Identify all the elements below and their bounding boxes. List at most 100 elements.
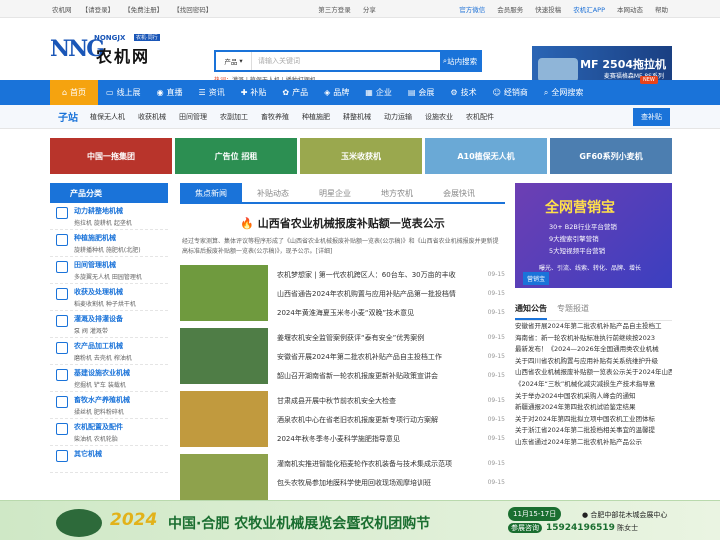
banner-ad[interactable]: 中国一拖集团 bbox=[50, 138, 172, 174]
news-item[interactable]: 包头农牧局参加地膜科学使用回收现场观摩培训班 09-15 bbox=[277, 473, 505, 492]
marketing-ad[interactable]: 全网营销宝 30+ B2B行业平台营销 9大搜索引擎营销 5大短视频平台营销 曝… bbox=[515, 183, 672, 288]
nav-label: 品牌 bbox=[333, 88, 350, 97]
subnav-item[interactable]: 植保无人机 bbox=[90, 112, 125, 122]
nav-home[interactable]: ⌂ 首页 bbox=[50, 80, 98, 105]
subnav-item[interactable]: 田间管理 bbox=[179, 112, 207, 122]
subnav-item[interactable]: 收获机械 bbox=[138, 112, 166, 122]
news-item[interactable]: 酒泉农机中心在省老旧农机报废更新专项行动方案解 09-15 bbox=[277, 410, 505, 429]
login-link[interactable]: 【请登录】 bbox=[82, 6, 115, 14]
tab-focus-news[interactable]: 焦点新闻 bbox=[180, 183, 242, 202]
banner-ad[interactable]: 玉米收获机 bbox=[300, 138, 422, 174]
news-group: 姜堰农机安全监管案例获评“泰有安全”优秀案例 09-15 安徽省开展2024年第二批… bbox=[180, 328, 505, 388]
app-link[interactable]: 农机汇APP bbox=[573, 4, 605, 14]
news-item[interactable]: 姜堰农机安全监管案例获评“泰有安全”优秀案例 09-15 bbox=[277, 328, 505, 347]
notice-item[interactable]: 海南省：新一轮农机补贴标准执行前继续按2023 bbox=[515, 333, 672, 345]
notice-item[interactable]: 新疆通报2024年第四批农机试验鉴定结果 bbox=[515, 402, 672, 414]
quick-post-link[interactable]: 快速投稿 bbox=[535, 4, 561, 14]
nav-brand[interactable]: ◈ 品牌 bbox=[316, 80, 357, 105]
news-image[interactable] bbox=[180, 391, 268, 447]
news-image[interactable] bbox=[180, 328, 268, 384]
sidebar-category[interactable]: 其它机械 bbox=[50, 446, 168, 473]
register-link[interactable]: 【免费注册】 bbox=[124, 6, 163, 14]
tab-special[interactable]: 专题报道 bbox=[557, 303, 589, 320]
nav-plus[interactable]: ✚ 补贴 bbox=[233, 80, 275, 105]
search-button[interactable]: ⌕ 站内搜索 bbox=[440, 52, 480, 70]
tab-expo[interactable]: 会展快讯 bbox=[428, 183, 490, 202]
nav-dealer[interactable]: ☺ 经销商 bbox=[485, 80, 536, 105]
news-item[interactable]: 山西省通告2024年农机购置与应用补贴产品第一批投档情 09-15 bbox=[277, 284, 505, 303]
notice-item[interactable]: 安徽省开展2024年第二批农机补贴产品自主投档工 bbox=[515, 321, 672, 333]
notice-item[interactable]: 最新发布！《2024—2026年全国通用类农业机械 bbox=[515, 344, 672, 356]
notice-item[interactable]: 关于浙江省2024年第二批投档相关事宜的温馨提 bbox=[515, 425, 672, 437]
notice-item[interactable]: 山东省通过2024年第二批农机补贴产品公示 bbox=[515, 437, 672, 449]
nav-screen[interactable]: ▭ 线上展 bbox=[98, 80, 149, 105]
tab-star-company[interactable]: 明星企业 bbox=[304, 183, 366, 202]
subnav-item[interactable]: 农机配件 bbox=[466, 112, 494, 122]
expo-banner[interactable]: 2024 中国·合肥 农牧业机械展览会暨农机团购节 11月15-17日 ● 合肥… bbox=[0, 500, 720, 540]
news-item[interactable]: 甘肃成县开展中秋节前农机安全大检查 09-15 bbox=[277, 391, 505, 410]
search-input[interactable]: 请输入关键词 bbox=[252, 52, 440, 70]
nav-expo[interactable]: ▤ 会展 bbox=[400, 80, 443, 105]
nav-label: 线上展 bbox=[116, 88, 141, 97]
notice-item[interactable]: 关于举办2024中国农机采购人峰会的通知 bbox=[515, 391, 672, 403]
sidebar-category[interactable]: 收获及处理机械 稻麦收割机 种子烘干机 bbox=[50, 284, 168, 311]
wechat-link[interactable]: 官方微信 bbox=[459, 4, 485, 14]
notice-item[interactable]: 山西省农业机械报废补贴额一览表公示关于2024年山西省 bbox=[515, 367, 672, 379]
banner-ad[interactable]: GF60系列小麦机 bbox=[550, 138, 672, 174]
news-image[interactable] bbox=[180, 265, 268, 321]
nav-live[interactable]: ◉ 直播 bbox=[149, 80, 191, 105]
tab-local[interactable]: 地方农机 bbox=[366, 183, 428, 202]
logo-tag: 农机·同行 bbox=[134, 34, 160, 41]
forgot-password-link[interactable]: 【找回密码】 bbox=[173, 6, 212, 14]
sidebar-category[interactable]: 田间管理机械 多旋翼无人机 田园管理机 bbox=[50, 257, 168, 284]
share-link[interactable]: 分享 bbox=[363, 6, 376, 14]
tractor-image bbox=[538, 58, 578, 82]
news-item[interactable]: 灌南机实推进智能化稻麦轮作农机装备与技术集成示范项 09-15 bbox=[277, 454, 505, 473]
nav-product[interactable]: ✿ 产品 bbox=[274, 80, 316, 105]
sidebar-category[interactable]: 畜牧水产养殖机械 揉丝机 肥料粉碎机 bbox=[50, 392, 168, 419]
headline-summary: 经过专家测算、集体评议等程序形成了《山西省农业机械报废补贴额一览表(公示稿)》和… bbox=[182, 238, 499, 255]
subnav-item[interactable]: 种植施肥 bbox=[302, 112, 330, 122]
check-subsidy-button[interactable]: 查补贴 bbox=[633, 107, 670, 126]
nav-search[interactable]: ⌕ 全网搜索 bbox=[536, 80, 591, 105]
news-group: 甘肃成县开展中秋节前农机安全大检查 09-15 酒泉农机中心在省老旧农机报废更新专项… bbox=[180, 391, 505, 451]
nav-news[interactable]: ☰ 资讯 bbox=[191, 80, 233, 105]
search-category-select[interactable]: 产品 ▾ bbox=[216, 52, 252, 70]
banner-ad[interactable]: 广告位 招租 bbox=[175, 138, 297, 174]
news-date: 09-15 bbox=[487, 397, 505, 404]
notice-item[interactable]: 关于四川省农机购置与应用补贴有关系统维护升级 bbox=[515, 356, 672, 368]
news-item[interactable]: 2024年黄淮海夏玉米冬小麦“双晚”技术意见 09-15 bbox=[277, 303, 505, 322]
sidebar-category[interactable]: 种植施肥机械 旋耕播种机 施肥机(北肥) bbox=[50, 230, 168, 257]
ad-button[interactable]: 营销宝 bbox=[523, 272, 550, 285]
nav-tech[interactable]: ⚙ 技术 bbox=[442, 80, 484, 105]
site-link[interactable]: 农机网 bbox=[52, 6, 72, 14]
tab-subsidy[interactable]: 补贴动态 bbox=[242, 183, 304, 202]
headline[interactable]: 🔥 山西省农业机械报废补贴额一览表公示 bbox=[180, 215, 505, 231]
news-item[interactable]: 安徽省开展2024年第二批农机补贴产品自主投档工作 09-15 bbox=[277, 347, 505, 366]
site-news-link[interactable]: 本网动态 bbox=[617, 4, 643, 14]
vip-link[interactable]: 会员服务 bbox=[497, 4, 523, 14]
notice-item[interactable]: 关于对2024年第四批拟立项中国农机工业团体标 bbox=[515, 414, 672, 426]
tab-notices[interactable]: 通知公告 bbox=[515, 303, 547, 320]
sidebar-category[interactable]: 基建设施农业机械 挖掘机 铲车 装载机 bbox=[50, 365, 168, 392]
banner-ad[interactable]: A10植保无人机 bbox=[425, 138, 547, 174]
notice-item[interactable]: 《2024年“三秋”机械化减灾减损生产技术指导意 bbox=[515, 379, 672, 391]
sidebar-category[interactable]: 动力耕整地机械 拖拉机 旋耕机 起垄机 bbox=[50, 203, 168, 230]
subnav-item[interactable]: 畜牧养殖 bbox=[261, 112, 289, 122]
subnav-item[interactable]: 耕整机械 bbox=[343, 112, 371, 122]
subnav-item[interactable]: 设施农业 bbox=[425, 112, 453, 122]
sidebar-category[interactable]: 农机配置及配件 柴油机 农机轮胎 bbox=[50, 419, 168, 446]
third-party-login[interactable]: 第三方登录 bbox=[318, 6, 351, 14]
subnav-item[interactable]: 农副加工 bbox=[220, 112, 248, 122]
news-item[interactable]: 韶山召开湖南省新一轮农机报废更新补贴政策宣讲会 09-15 bbox=[277, 366, 505, 385]
site-logo[interactable]: NNG NONGJX 农机·同行 农机网 bbox=[50, 28, 160, 68]
news-item[interactable]: 农机梦想家 | 第一代农机跨区人：60台车、30万亩的丰收 09-15 bbox=[277, 265, 505, 284]
news-item[interactable]: 2024年秋冬季冬小麦科学施肥指导意见 09-15 bbox=[277, 429, 505, 448]
category-title: 收获及处理机械 bbox=[74, 288, 123, 296]
nav-company[interactable]: ▦ 企业 bbox=[357, 80, 400, 105]
subnav-item[interactable]: 动力运输 bbox=[384, 112, 412, 122]
sidebar-category[interactable]: 灌溉及排灌设备泵 阀 灌溉带 bbox=[50, 311, 168, 338]
sidebar-category[interactable]: 农产品加工机械 磨粉机 去壳机 榨油机 bbox=[50, 338, 168, 365]
news-date: 09-15 bbox=[487, 416, 505, 423]
help-link[interactable]: 帮助 bbox=[655, 4, 668, 14]
